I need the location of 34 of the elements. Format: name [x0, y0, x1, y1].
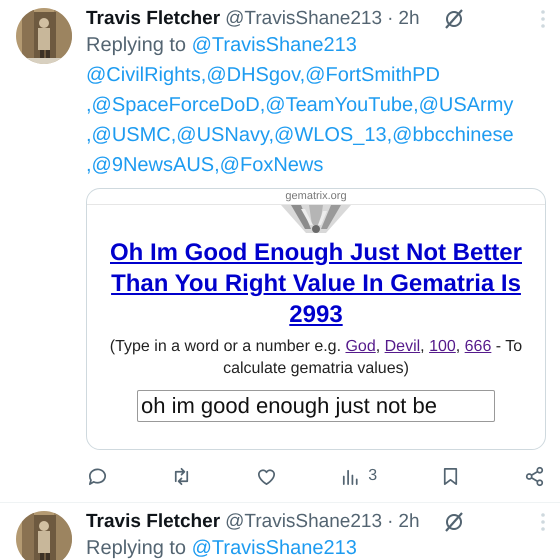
- example-link[interactable]: Devil: [384, 338, 420, 355]
- post-time[interactable]: 2h: [398, 8, 420, 30]
- separator: ·: [387, 511, 394, 533]
- post-time[interactable]: 2h: [398, 511, 420, 533]
- mention-link[interactable]: ,@WLOS_13: [268, 124, 387, 146]
- mention-link[interactable]: ,@9NewsAUS: [86, 154, 214, 176]
- author-handle[interactable]: @TravisShane213: [225, 8, 382, 30]
- replying-label: Replying to: [86, 537, 186, 559]
- example-link[interactable]: 666: [464, 338, 492, 355]
- author-name[interactable]: Travis Fletcher: [86, 511, 220, 533]
- mention-link[interactable]: @TravisShane213: [192, 537, 357, 559]
- text-input-field[interactable]: oh im good enough just not be: [137, 390, 495, 422]
- mention-link[interactable]: ,@USMC: [86, 124, 171, 146]
- link-card[interactable]: [86, 188, 546, 450]
- replying-label: Replying to: [86, 34, 186, 56]
- view-count: 3: [368, 467, 378, 485]
- instructions-text: (Type in a word or a number e.g. God, Devil, 100, 666 - To calculate gematria values): [108, 337, 524, 379]
- mention-link[interactable]: ,@TeamYouTube: [260, 94, 414, 116]
- author-name[interactable]: Travis Fletcher: [86, 8, 220, 30]
- views-button[interactable]: 3: [339, 464, 378, 488]
- mention-link[interactable]: ,@SpaceForceDoD: [86, 94, 260, 116]
- mention-link[interactable]: ,@DHSgov: [200, 64, 300, 86]
- page-title-link[interactable]: Oh Im Good Enough Just Not Better Than You Right Value In Gematria Is 2993: [87, 237, 545, 330]
- example-link[interactable]: 100: [429, 338, 456, 355]
- example-link[interactable]: God: [345, 338, 376, 355]
- author-handle[interactable]: @TravisShane213: [225, 511, 382, 533]
- mention-link[interactable]: ,@USNavy: [170, 124, 268, 146]
- mention-link[interactable]: ,@bbcchinese: [386, 124, 514, 146]
- mention-link[interactable]: ,@FortSmithPD: [300, 64, 440, 86]
- mention-link[interactable]: @TravisShane213: [192, 34, 357, 56]
- mention-link[interactable]: ,@FoxNews: [214, 154, 324, 176]
- mention-link[interactable]: ,@USArmy: [413, 94, 514, 116]
- separator: ·: [387, 8, 394, 30]
- mention-link[interactable]: @CivilRights: [86, 64, 201, 86]
